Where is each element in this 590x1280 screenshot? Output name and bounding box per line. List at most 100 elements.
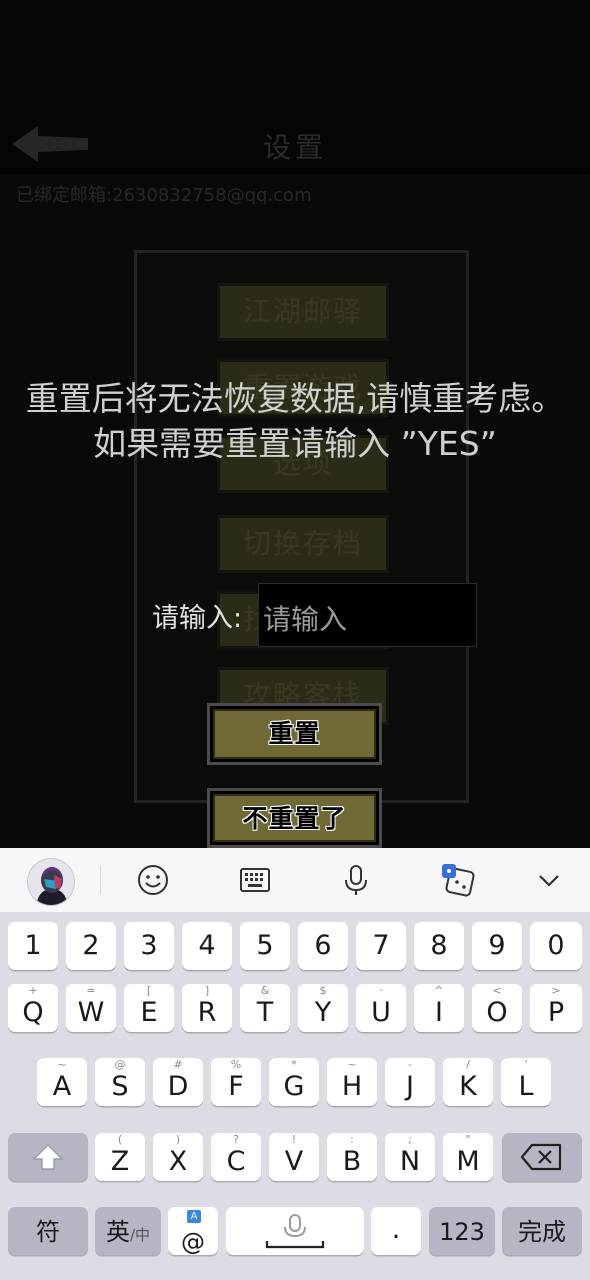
microphone-icon[interactable] [336, 860, 376, 900]
toolbar-divider [100, 866, 101, 894]
key-w[interactable]: = W [66, 984, 116, 1032]
reset-button[interactable]: 重置 [207, 703, 382, 765]
key-d[interactable]: # D [153, 1058, 203, 1106]
key-s[interactable]: @ S [95, 1058, 145, 1106]
key-label: Q [22, 997, 44, 1028]
key-label: 英/中 [95, 1218, 161, 1249]
key-m[interactable]: " M [443, 1133, 493, 1181]
key-label: 符 [36, 1218, 60, 1246]
key-label: @ [181, 1228, 205, 1256]
avatar-image [28, 859, 74, 905]
key-hint: = [86, 984, 96, 997]
key-h[interactable]: ~ H [327, 1058, 377, 1106]
key-t[interactable]: & T [240, 984, 290, 1032]
key-label: L [518, 1071, 534, 1102]
language-switch-key[interactable]: 英/中 [95, 1207, 161, 1255]
key-e[interactable]: [E [124, 984, 174, 1032]
key-label: Z [110, 1146, 130, 1177]
key-hint: - [408, 1058, 412, 1071]
key-hint: [ [146, 984, 152, 997]
confirm-text-input[interactable]: 请输入 [258, 583, 477, 647]
key-label: I [435, 997, 443, 1028]
key-g[interactable]: * G [269, 1058, 319, 1106]
key-q[interactable]: + Q [8, 984, 58, 1032]
key-label: R [197, 997, 217, 1028]
avatar[interactable] [27, 858, 75, 906]
key-label: O [486, 997, 508, 1028]
at-key[interactable]: A @ [168, 1207, 218, 1256]
menu-button-switch-save[interactable]: 切换存档 [217, 515, 389, 573]
chevron-down-icon[interactable] [529, 860, 569, 900]
period-key[interactable]: . [371, 1207, 421, 1255]
menu-button-mail[interactable]: 江湖邮驿 [217, 283, 389, 341]
key-label: G [283, 1071, 305, 1102]
key-hint: # [173, 1058, 183, 1071]
key-l[interactable]: ' L [501, 1058, 551, 1106]
key-hint: ' [524, 1058, 528, 1071]
key-7[interactable]: 7 [356, 922, 406, 970]
key-c[interactable]: ? C [211, 1133, 261, 1181]
key-label: V [284, 1146, 304, 1177]
key-9[interactable]: 9 [472, 922, 522, 970]
key-y[interactable]: $ Y [298, 984, 348, 1032]
key-label: 123 [439, 1218, 485, 1246]
key-hint: ( [117, 1133, 123, 1146]
number-switch-key[interactable]: 123 [429, 1207, 495, 1255]
space-key[interactable] [226, 1207, 364, 1255]
key-3[interactable]: 3 [124, 922, 174, 970]
key-f[interactable]: % F [211, 1058, 261, 1106]
symbol-key[interactable]: 符 [8, 1207, 88, 1255]
done-key[interactable]: 完成 [502, 1207, 582, 1255]
voice-space-icon [265, 1214, 325, 1249]
key-2[interactable]: 2 [66, 922, 116, 970]
key-hint: ) [175, 1133, 181, 1146]
key-label: 2 [82, 930, 100, 961]
key-j[interactable]: -J [385, 1058, 435, 1106]
key-label: P [547, 997, 565, 1028]
key-8[interactable]: 8 [414, 922, 464, 970]
key-0[interactable]: 0 [530, 922, 582, 970]
key-hint: · [379, 984, 383, 997]
key-p[interactable]: > P [530, 984, 582, 1032]
key-u[interactable]: · U [356, 984, 406, 1032]
key-4[interactable]: 4 [182, 922, 232, 970]
backspace-key[interactable] [502, 1133, 582, 1181]
reset-button-label: 重置 [213, 709, 376, 759]
cancel-reset-button[interactable]: 不重置了 [207, 788, 382, 848]
lang-primary: 英 [105, 1218, 130, 1246]
key-label: K [459, 1071, 477, 1102]
key-z[interactable]: (Z [95, 1133, 145, 1181]
keyboard-toolbar [0, 848, 590, 912]
key-hint: ] [204, 984, 210, 997]
emoji-icon[interactable] [133, 860, 173, 900]
key-a[interactable]: ~ A [37, 1058, 87, 1106]
key-hint: " [465, 1133, 471, 1146]
key-label: S [111, 1071, 129, 1102]
key-i[interactable]: ^ I [414, 984, 464, 1032]
input-mode-badge: A [187, 1210, 201, 1223]
shift-key[interactable] [8, 1133, 88, 1181]
key-x[interactable]: ) X [153, 1133, 203, 1181]
key-hint: * [291, 1058, 297, 1071]
key-b[interactable]: :B [327, 1133, 377, 1181]
key-n[interactable]: ; N [385, 1133, 435, 1181]
key-label: X [168, 1146, 188, 1177]
keyboard-icon[interactable] [235, 860, 275, 900]
key-5[interactable]: 5 [240, 922, 290, 970]
input-label: 请输入: [152, 603, 243, 634]
key-k[interactable]: / K [443, 1058, 493, 1106]
key-o[interactable]: < O [472, 984, 522, 1032]
key-hint: & [260, 984, 270, 997]
key-label: 3 [140, 930, 158, 961]
warning-text-line-2: 如果需要重置请输入 ”YES” [93, 424, 497, 463]
bound-email-label: 已绑定邮箱:2630832758@qq.com [16, 185, 312, 206]
key-hint: + [28, 984, 38, 997]
key-6[interactable]: 6 [298, 922, 348, 970]
key-hint: > [551, 984, 561, 997]
key-label: 1 [24, 930, 42, 961]
key-r[interactable]: ] R [182, 984, 232, 1032]
key-v[interactable]: ! V [269, 1133, 319, 1181]
key-1[interactable]: 1 [8, 922, 58, 970]
key-label: 5 [256, 930, 274, 961]
dice-icon[interactable] [438, 860, 478, 900]
